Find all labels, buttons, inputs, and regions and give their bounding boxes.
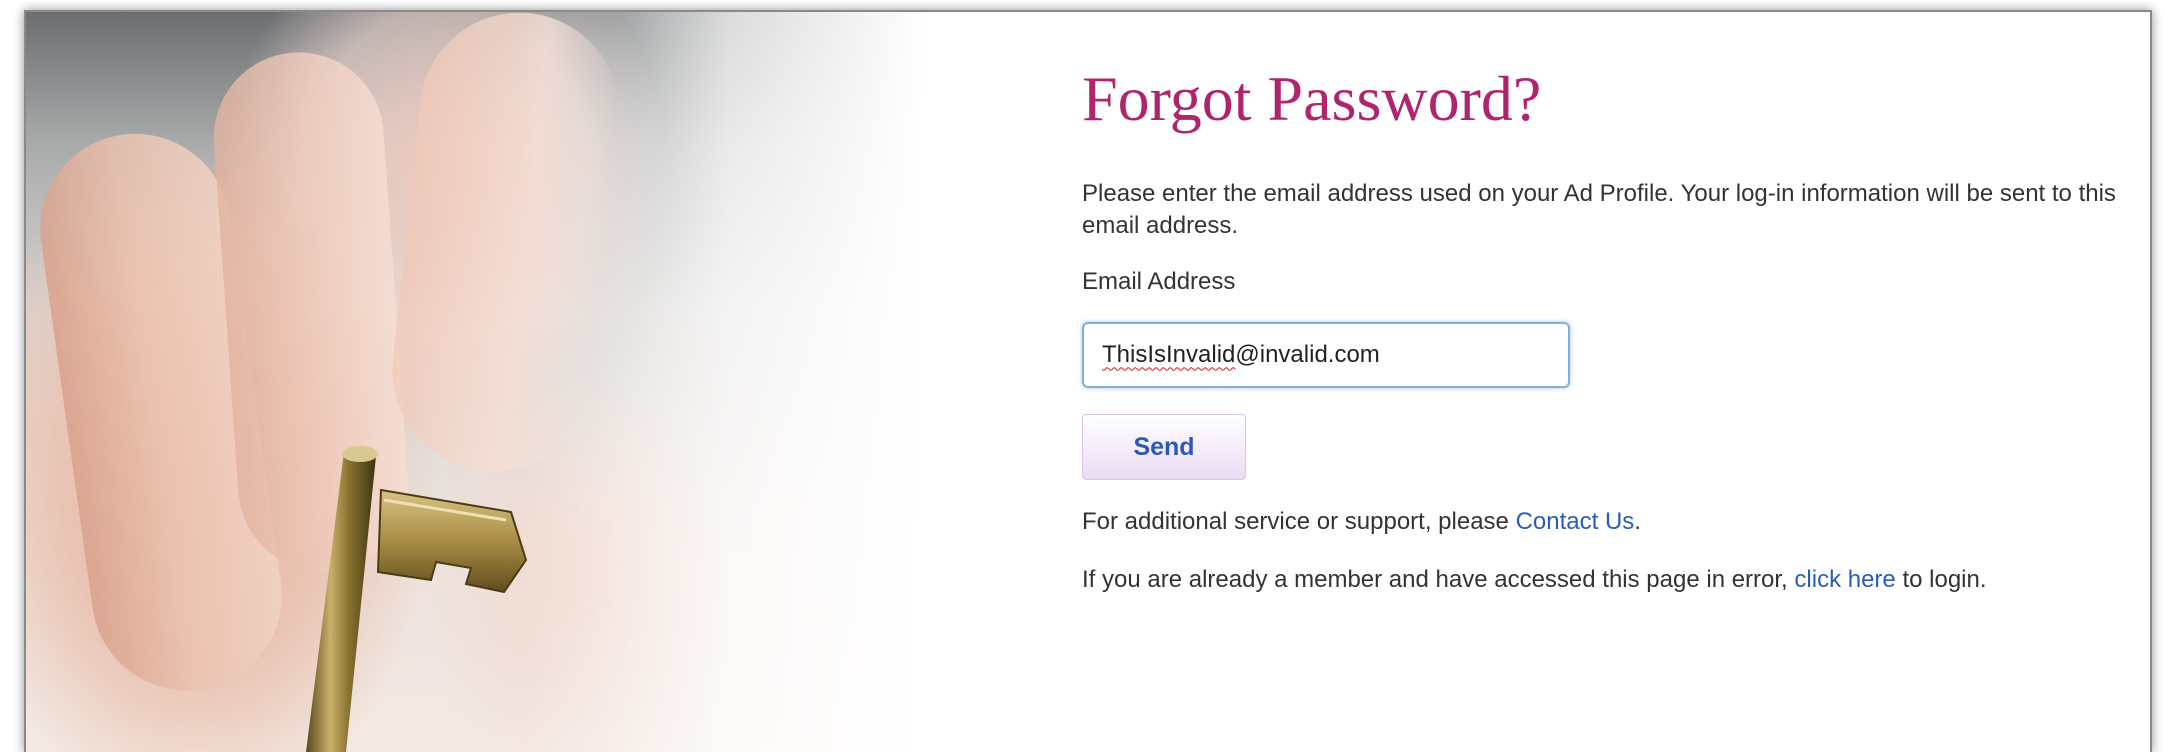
email-value-rest: @invalid.com: [1235, 341, 1380, 369]
send-button[interactable]: Send: [1082, 414, 1246, 481]
page-frame: Forgot Password? Please enter the email …: [24, 10, 2152, 752]
login-note-text: If you are already a member and have acc…: [1082, 564, 2142, 596]
login-note-prefix: If you are already a member and have acc…: [1082, 566, 1795, 594]
support-prefix: For additional service or support, pleas…: [1082, 508, 1516, 536]
image-fade-overlay: [26, 12, 926, 752]
click-here-login-link[interactable]: click here: [1794, 566, 1895, 593]
email-label: Email Address: [1082, 268, 1236, 296]
contact-us-link[interactable]: Contact Us: [1516, 508, 1635, 535]
intro-text: Please enter the email address used on y…: [1082, 180, 2116, 240]
page-title: Forgot Password?: [1082, 63, 1542, 134]
hand-with-key-image: [26, 12, 926, 752]
email-value-misspelled: ThisIsInvalid: [1102, 341, 1236, 369]
forgot-password-panel: Forgot Password? Please enter the email …: [1082, 12, 2142, 596]
email-input[interactable]: ThisIsInvalid@invalid.com: [1082, 322, 1570, 389]
login-note-suffix: to login.: [1895, 566, 1987, 594]
support-suffix: .: [1634, 508, 1641, 536]
support-text: For additional service or support, pleas…: [1082, 508, 2142, 536]
